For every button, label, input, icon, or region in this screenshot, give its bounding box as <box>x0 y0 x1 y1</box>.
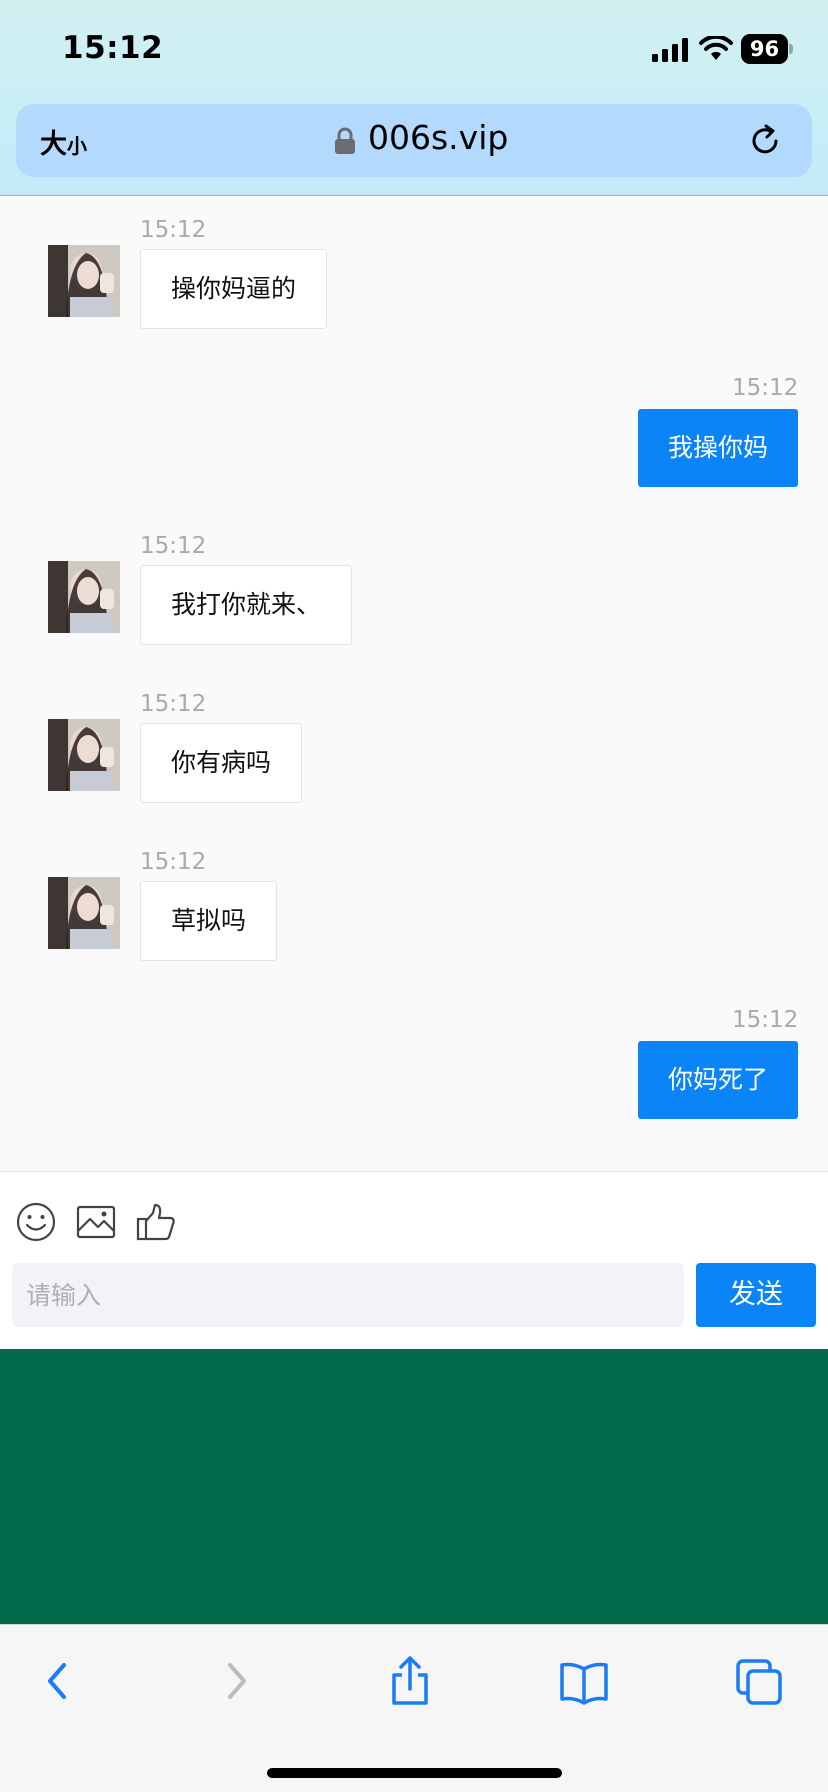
battery-tip <box>789 44 793 54</box>
bookmarks-icon[interactable] <box>560 1655 608 1707</box>
send-button[interactable]: 发送 <box>696 1263 816 1327</box>
text-size-label-large: 大 <box>40 129 67 160</box>
status-time: 15:12 <box>62 30 164 66</box>
message-time: 15:12 <box>140 533 207 559</box>
url-text[interactable]: 006s.vip <box>368 118 508 157</box>
message-composer: 发送 <box>0 1171 828 1349</box>
thumbs-up-icon[interactable] <box>136 1202 176 1242</box>
lock-icon <box>335 127 355 154</box>
text-size-button[interactable]: 大小 <box>40 122 87 161</box>
avatar <box>48 561 120 633</box>
address-bar[interactable]: 大小 006s.vip <box>16 104 812 177</box>
image-icon[interactable] <box>76 1202 116 1242</box>
incoming-message-bubble: 我打你就来、 <box>140 565 353 645</box>
green-panel <box>0 1349 828 1624</box>
message-input[interactable] <box>12 1263 684 1327</box>
tabs-icon[interactable] <box>736 1655 784 1707</box>
share-icon[interactable] <box>386 1655 434 1707</box>
message-time: 15:12 <box>140 849 207 875</box>
emoji-icon[interactable] <box>16 1202 56 1242</box>
message-time: 15:12 <box>140 691 207 717</box>
forward-icon[interactable] <box>212 1655 260 1707</box>
back-icon[interactable] <box>34 1655 82 1707</box>
battery-level: 96 <box>741 34 788 64</box>
text-size-label-small: 小 <box>67 134 87 158</box>
home-indicator <box>267 1768 562 1778</box>
message-time: 15:12 <box>732 1007 799 1033</box>
chat-message-list[interactable]: 15:12 操你妈逼的 15:12 我操你妈 15:12 我打你就来、 15:1… <box>0 197 828 1171</box>
status-and-address-area: 15:12 96 大小 006s.vip <box>0 0 828 196</box>
message-time: 15:12 <box>140 217 207 243</box>
avatar <box>48 245 120 317</box>
incoming-message-bubble: 草拟吗 <box>140 881 278 961</box>
message-time: 15:12 <box>732 375 799 401</box>
outgoing-message-bubble: 你妈死了 <box>638 1041 799 1119</box>
wifi-icon <box>699 36 733 60</box>
incoming-message-bubble: 操你妈逼的 <box>140 249 328 329</box>
avatar <box>48 877 120 949</box>
incoming-message-bubble: 你有病吗 <box>140 723 303 803</box>
reload-icon[interactable] <box>746 122 784 160</box>
outgoing-message-bubble: 我操你妈 <box>638 409 799 487</box>
battery-indicator: 96 <box>741 34 793 64</box>
cellular-signal-icon <box>652 38 688 62</box>
avatar <box>48 719 120 791</box>
browser-toolbar <box>0 1624 828 1792</box>
